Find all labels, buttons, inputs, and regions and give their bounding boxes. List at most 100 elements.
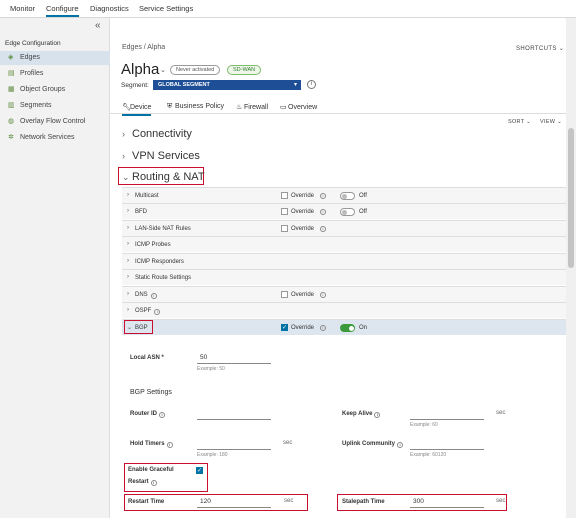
row-icmp-responders[interactable]: › ICMP Responders <box>122 253 566 269</box>
app-window: Monitor Configure Diagnostics Service Se… <box>0 0 576 518</box>
info-icon[interactable]: i <box>307 80 316 89</box>
sidebar-item-edges[interactable]: ◈ Edges <box>0 51 110 65</box>
segment-select[interactable]: GLOBAL SEGMENT ▾ <box>153 80 301 90</box>
restart-time-label: Restart Time <box>128 499 165 505</box>
hold-timers-label: Hold Timers i <box>130 441 173 448</box>
info-icon[interactable]: i <box>166 442 173 448</box>
sidebar-item-label: Object Groups <box>20 86 66 93</box>
override-label: Override <box>291 209 315 215</box>
shortcuts-menu[interactable]: SHORTCUTS ⌄ <box>516 45 564 52</box>
tab-monitor[interactable]: Monitor <box>10 4 35 13</box>
toggle-label: Off <box>359 193 367 199</box>
chevron-right-icon: › <box>127 192 129 198</box>
row-bfd[interactable]: › BFD Override i Off <box>122 203 566 219</box>
info-icon[interactable]: i <box>320 193 326 199</box>
bgp-toggle[interactable] <box>340 324 355 332</box>
section-connectivity[interactable]: › Connectivity <box>122 128 192 140</box>
sidebar-item-overlay-flow-control[interactable]: ◍ Overlay Flow Control <box>0 115 110 129</box>
override-label: Override <box>291 226 315 232</box>
router-id-input[interactable] <box>197 419 271 420</box>
sort-menu[interactable]: SORT ⌄ <box>508 119 531 125</box>
tab-service-settings[interactable]: Service Settings <box>139 4 193 13</box>
local-asn-input[interactable] <box>197 363 271 364</box>
segment-label: Segment: <box>121 82 149 89</box>
flame-icon: ♨ <box>236 104 243 111</box>
tab-business-policy[interactable]: ⛨ Business Policy <box>167 103 224 111</box>
section-vpn-services[interactable]: › VPN Services <box>122 150 200 162</box>
keep-alive-input[interactable] <box>410 419 484 420</box>
info-icon[interactable]: i <box>320 325 326 331</box>
chevron-right-icon: › <box>127 225 129 231</box>
router-id-label: Router ID i <box>130 411 165 418</box>
sidebar-item-segments[interactable]: ▥ Segments <box>0 99 110 113</box>
graceful-restart-checkbox[interactable]: ✓ <box>196 467 203 474</box>
info-icon[interactable]: i <box>154 309 161 315</box>
overlay-icon: ◍ <box>8 118 15 125</box>
info-icon[interactable]: i <box>320 209 326 215</box>
page-tabs: 🔧︎Device ⛨ Business Policy ♨ Firewall ▭Ove… <box>110 100 566 116</box>
info-icon[interactable]: i <box>159 412 165 418</box>
overview-icon: ▭ <box>280 104 287 111</box>
chevron-down-icon[interactable]: ⌄ <box>160 66 166 74</box>
info-icon[interactable]: i <box>397 442 404 448</box>
info-icon[interactable]: i <box>150 293 157 299</box>
sidebar: « Edge Configuration ◈ Edges ▤ Profiles … <box>0 18 110 518</box>
override-checkbox[interactable] <box>281 291 288 298</box>
stalepath-time-input[interactable] <box>410 507 484 508</box>
tab-overview[interactable]: ▭Overview <box>280 103 317 111</box>
info-icon[interactable]: i <box>320 226 326 232</box>
override-checkbox[interactable] <box>281 225 288 232</box>
tab-firewall[interactable]: ♨ Firewall <box>236 103 268 111</box>
highlight-bgp <box>124 320 153 334</box>
local-asn-value[interactable]: 50 <box>200 354 207 361</box>
collapse-sidebar-icon[interactable]: « <box>95 20 101 31</box>
breadcrumb[interactable]: Edges / Alpha <box>122 44 165 51</box>
top-nav: Monitor Configure Diagnostics Service Se… <box>0 0 576 18</box>
tab-device[interactable]: 🔧︎Device <box>122 103 152 116</box>
row-lan-side-nat-rules[interactable]: › LAN-Side NAT Rules Override i <box>122 220 566 236</box>
row-label: BFD <box>135 209 147 215</box>
info-icon[interactable]: i <box>320 292 326 298</box>
chevron-right-icon: › <box>127 241 129 247</box>
override-checkbox[interactable] <box>281 208 288 215</box>
scrollbar[interactable] <box>566 18 576 518</box>
scrollbar-thumb[interactable] <box>568 128 574 268</box>
row-dns[interactable]: › DNS i Override i <box>122 286 566 302</box>
sidebar-item-label: Network Services <box>20 134 75 141</box>
view-menu[interactable]: VIEW ⌄ <box>540 119 562 125</box>
local-asn-label: Local ASN * <box>130 355 164 361</box>
keep-alive-unit: sec <box>496 410 506 416</box>
row-icmp-probes[interactable]: › ICMP Probes <box>122 236 566 252</box>
uplink-community-input[interactable] <box>410 449 484 450</box>
hold-timers-input[interactable] <box>197 449 271 450</box>
row-bgp[interactable]: ⌄ BGP ✓ Override i On <box>122 319 566 335</box>
section-routing-nat[interactable]: ⌄ Routing & NAT <box>122 171 205 183</box>
restart-time-value[interactable]: 120 <box>200 498 211 505</box>
bfd-toggle[interactable] <box>340 208 355 216</box>
tab-diagnostics[interactable]: Diagnostics <box>90 4 129 13</box>
row-multicast[interactable]: › Multicast Override i Off <box>122 187 566 203</box>
object-groups-icon: ▦ <box>8 86 15 93</box>
sidebar-item-network-services[interactable]: ✲ Network Services <box>0 131 110 145</box>
page-title: Alpha <box>121 61 160 78</box>
chevron-right-icon: › <box>122 151 125 161</box>
row-label: ICMP Probes <box>135 242 171 248</box>
hold-timers-example: Example: 180 <box>197 452 228 458</box>
stalepath-time-value[interactable]: 300 <box>413 498 424 505</box>
override-checkbox[interactable]: ✓ <box>281 324 288 331</box>
edges-icon: ◈ <box>8 54 14 61</box>
chevron-down-icon: ⌄ <box>122 172 130 182</box>
row-static-route-settings[interactable]: › Static Route Settings <box>122 269 566 285</box>
shield-icon: ⛨ <box>167 103 173 110</box>
sidebar-item-profiles[interactable]: ▤ Profiles <box>0 67 110 81</box>
restart-time-input[interactable] <box>197 507 271 508</box>
sidebar-item-object-groups[interactable]: ▦ Object Groups <box>0 83 110 97</box>
override-checkbox[interactable] <box>281 192 288 199</box>
row-ospf[interactable]: › OSPF i <box>122 302 566 318</box>
info-icon[interactable]: i <box>150 480 157 486</box>
info-icon[interactable]: i <box>374 412 381 418</box>
bgp-settings-panel: Local ASN * 50 Example: 50 BGP Settings … <box>122 339 566 518</box>
uplink-community-example: Example: 60120 <box>410 452 447 458</box>
tab-configure[interactable]: Configure <box>46 4 79 17</box>
multicast-toggle[interactable] <box>340 192 355 200</box>
